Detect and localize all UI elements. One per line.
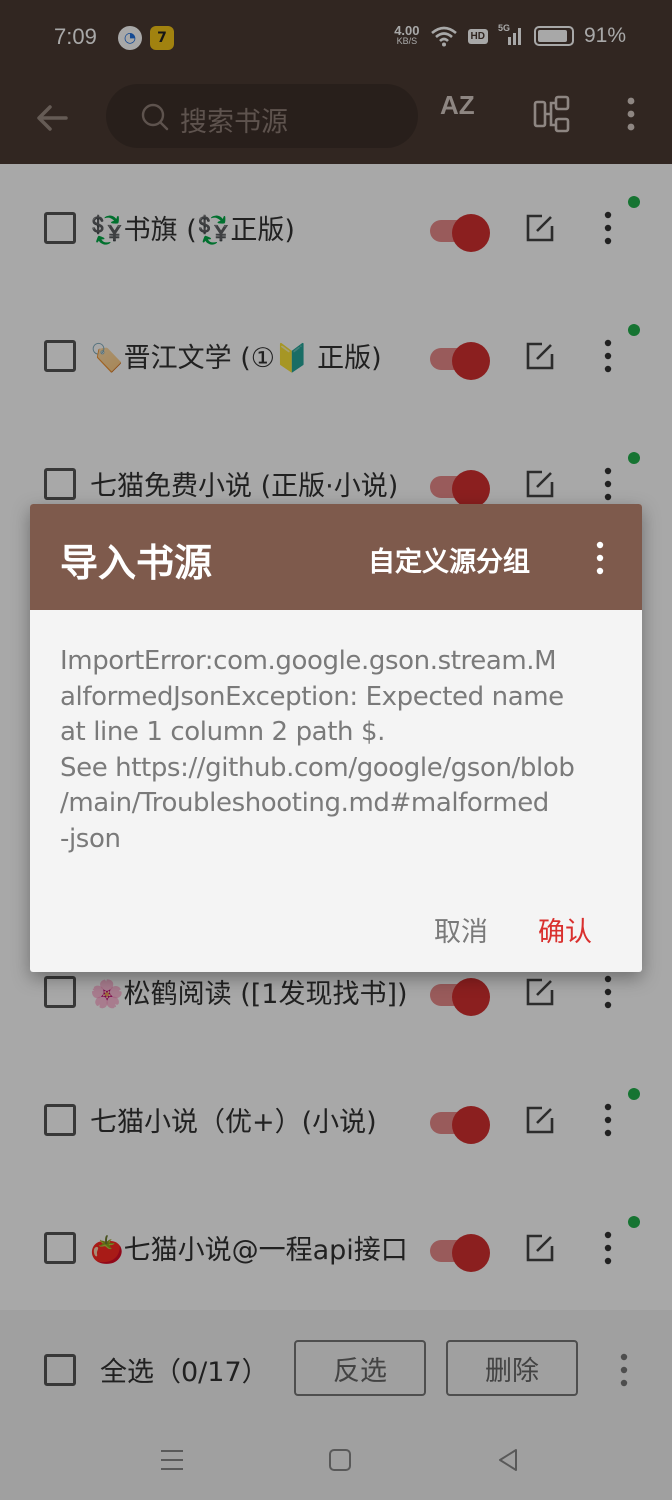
- dialog-title: 导入书源: [60, 541, 213, 585]
- import-source-dialog: 导入书源 自定义源分组 ImportError:com.google.gson.…: [30, 504, 642, 972]
- confirm-button[interactable]: 确认: [538, 910, 592, 949]
- custom-group-button[interactable]: 自定义源分组: [368, 540, 530, 579]
- error-message: ImportError:com.google.gson.stream.M alf…: [60, 646, 575, 854]
- cancel-button[interactable]: 取消: [434, 910, 488, 949]
- dialog-more-icon[interactable]: [592, 540, 608, 576]
- dialog-header: 导入书源 自定义源分组: [30, 504, 642, 610]
